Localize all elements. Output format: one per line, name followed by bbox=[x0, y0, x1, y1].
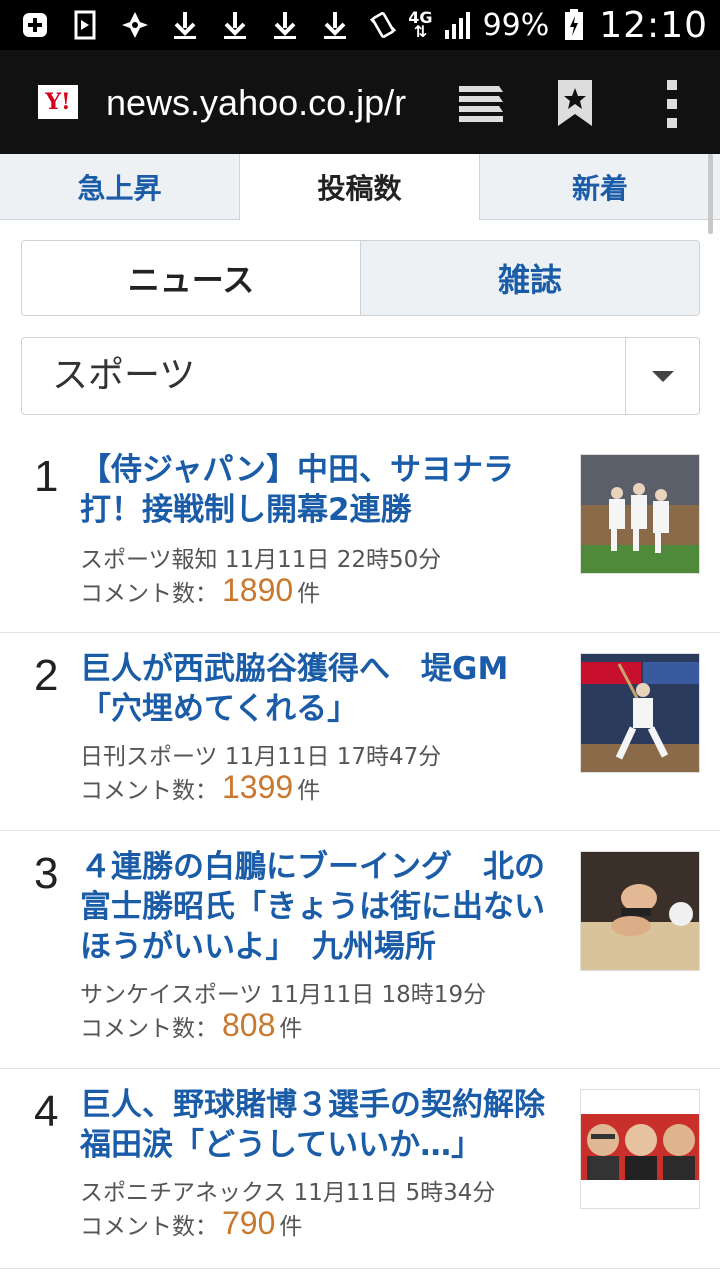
comment-label: コメント数： bbox=[80, 778, 218, 804]
comment-count: コメント数： 1399 件 bbox=[80, 769, 320, 806]
media-type-toggle: ニュース 雑誌 bbox=[21, 240, 700, 316]
category-select[interactable]: スポーツ bbox=[21, 337, 700, 415]
tab-rising[interactable]: 急上昇 bbox=[0, 154, 239, 220]
news-headline[interactable]: ４連勝の白鵬にブーイング 北の富士勝昭氏「きょうは街に出ないほうがいいよ」 九州… bbox=[80, 847, 566, 967]
news-headline[interactable]: 【侍ジャパン】中田、サヨナラ打！接戦制し開幕2連勝 bbox=[80, 450, 566, 530]
rank-number: 3 bbox=[34, 849, 59, 898]
news-headline[interactable]: 巨人が西武脇谷獲得へ 堤GM「穴埋めてくれる」 bbox=[80, 649, 566, 729]
signal-icon bbox=[443, 10, 473, 40]
news-thumbnail[interactable] bbox=[580, 1089, 700, 1209]
news-source: 日刊スポーツ 11月11日 17時47分 bbox=[80, 744, 442, 770]
news-item[interactable]: 3 ４連勝の白鵬にブーイング 北の富士勝昭氏「きょうは街に出ないほうがいいよ」 … bbox=[0, 831, 720, 1069]
news-headline[interactable]: 巨人、野球賭博３選手の契約解除 福田涙「どうしていいか…」 bbox=[80, 1085, 576, 1165]
yahoo-favicon: Y! bbox=[38, 85, 78, 119]
clock: 12:10 bbox=[599, 4, 708, 46]
scrollbar[interactable] bbox=[708, 154, 713, 234]
overflow-menu-icon[interactable] bbox=[662, 80, 682, 128]
ranking-tabs: 急上昇 投稿数 新着 bbox=[0, 154, 720, 220]
comment-count: コメント数： 808 件 bbox=[80, 1007, 302, 1044]
comment-count: コメント数： 1890 件 bbox=[80, 572, 320, 609]
comment-unit: 件 bbox=[297, 581, 321, 607]
news-source: サンケイスポーツ 11月11日 18時19分 bbox=[80, 982, 487, 1008]
download-icon bbox=[320, 10, 350, 40]
download-icon bbox=[270, 10, 300, 40]
comment-number: 1890 bbox=[222, 572, 294, 608]
segment-news[interactable]: ニュース bbox=[22, 241, 360, 315]
download-icon bbox=[220, 10, 250, 40]
comment-label: コメント数： bbox=[80, 1016, 218, 1042]
news-source: スポニチアネックス 11月11日 5時34分 bbox=[80, 1180, 496, 1206]
tab-post-count[interactable]: 投稿数 bbox=[239, 154, 480, 220]
download-icon bbox=[170, 10, 200, 40]
segment-magazine[interactable]: 雑誌 bbox=[360, 241, 699, 315]
rank-number: 4 bbox=[34, 1087, 59, 1136]
comment-number: 790 bbox=[222, 1205, 276, 1241]
status-bar: 4G ⇅ 99% 12:10 bbox=[0, 0, 720, 50]
news-source: スポーツ報知 11月11日 22時50分 bbox=[80, 547, 442, 573]
app-notification-icon bbox=[70, 10, 100, 40]
category-value: スポーツ bbox=[52, 355, 196, 396]
tabs-icon[interactable] bbox=[455, 80, 505, 126]
battery-icon bbox=[559, 9, 589, 40]
sync-notification-icon bbox=[120, 10, 150, 40]
rank-number: 2 bbox=[34, 651, 59, 700]
browser-toolbar: Y! news.yahoo.co.jp/r bbox=[0, 50, 720, 154]
battery-percent: 99% bbox=[482, 7, 550, 43]
news-item[interactable]: 2 巨人が西武脇谷獲得へ 堤GM「穴埋めてくれる」 日刊スポーツ 11月11日 … bbox=[0, 633, 720, 831]
notification-icons bbox=[20, 8, 350, 42]
rank-number: 1 bbox=[34, 452, 59, 501]
comment-label: コメント数： bbox=[80, 1214, 218, 1240]
network-type: 4G ⇅ bbox=[408, 8, 433, 41]
comment-label: コメント数： bbox=[80, 581, 218, 607]
add-notification-icon bbox=[20, 10, 50, 40]
system-status: 4G ⇅ 99% 12:10 bbox=[368, 4, 708, 46]
comment-unit: 件 bbox=[279, 1016, 303, 1042]
comment-number: 1399 bbox=[222, 769, 294, 805]
comment-unit: 件 bbox=[297, 778, 321, 804]
chevron-down-icon[interactable] bbox=[625, 338, 699, 414]
comment-count: コメント数： 790 件 bbox=[80, 1205, 302, 1242]
bookmark-icon[interactable] bbox=[556, 78, 594, 128]
tab-new[interactable]: 新着 bbox=[480, 154, 720, 220]
news-thumbnail[interactable] bbox=[580, 653, 700, 773]
comment-number: 808 bbox=[222, 1007, 276, 1043]
news-thumbnail[interactable] bbox=[580, 454, 700, 574]
news-item[interactable]: 4 巨人、野球賭博３選手の契約解除 福田涙「どうしていいか…」 スポニチアネック… bbox=[0, 1069, 720, 1269]
vibrate-icon bbox=[368, 10, 398, 40]
url-bar[interactable]: news.yahoo.co.jp/r bbox=[106, 82, 416, 124]
news-item[interactable]: 1 【侍ジャパン】中田、サヨナラ打！接戦制し開幕2連勝 スポーツ報知 11月11… bbox=[0, 434, 720, 633]
comment-unit: 件 bbox=[279, 1214, 303, 1240]
news-thumbnail[interactable] bbox=[580, 851, 700, 971]
